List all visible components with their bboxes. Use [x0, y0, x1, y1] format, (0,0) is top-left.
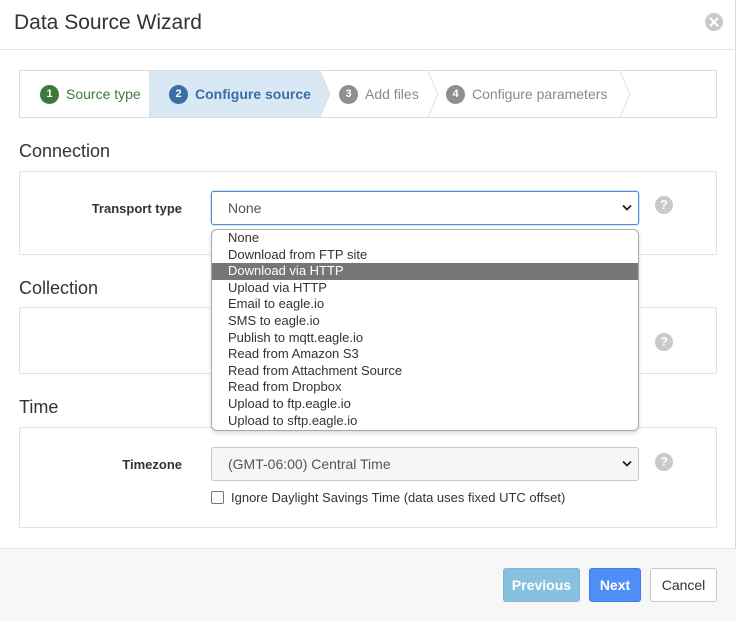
dropdown-option-highlighted[interactable]: Download via HTTP: [212, 263, 638, 280]
ignore-dst-row[interactable]: Ignore Daylight Savings Time (data uses …: [211, 490, 565, 505]
transport-type-value: None: [228, 200, 262, 216]
transport-type-label: Transport type: [91, 201, 182, 216]
time-section-title: Time: [19, 397, 59, 417]
dropdown-option[interactable]: Read from Dropbox: [212, 379, 638, 396]
dropdown-option[interactable]: Email to eagle.io: [212, 296, 638, 313]
dropdown-option[interactable]: Publish to mqtt.eagle.io: [212, 330, 638, 347]
timezone-select[interactable]: (GMT-06:00) Central Time: [211, 447, 639, 481]
wizard-step-source-type[interactable]: 1 Source type: [40, 71, 141, 117]
dialog-title: Data Source Wizard: [14, 11, 202, 34]
dropdown-option[interactable]: None: [212, 230, 638, 247]
ignore-dst-checkbox[interactable]: [211, 491, 224, 504]
wizard-steps: 1 Source type 2 Configure source 3 Add f…: [19, 70, 717, 118]
dropdown-option[interactable]: Download from FTP site: [212, 247, 638, 264]
wizard-step-configure-parameters[interactable]: 4 Configure parameters: [446, 71, 607, 117]
next-button[interactable]: Next: [589, 568, 641, 602]
step-number: 3: [339, 84, 358, 104]
timezone-value: (GMT-06:00) Central Time: [228, 456, 391, 472]
step-label: Source type: [66, 86, 141, 102]
timezone-label: Timezone: [122, 457, 182, 472]
dropdown-option[interactable]: SMS to eagle.io: [212, 313, 638, 330]
wizard-step-configure-source[interactable]: 2 Configure source: [169, 71, 311, 117]
cancel-button[interactable]: Cancel: [650, 568, 717, 602]
wizard-step-add-files[interactable]: 3 Add files: [339, 71, 419, 117]
dropdown-option[interactable]: Read from Amazon S3: [212, 346, 638, 363]
transport-type-select[interactable]: None: [211, 191, 639, 225]
step-label: Configure parameters: [472, 86, 608, 102]
close-icon[interactable]: [705, 13, 723, 31]
transport-type-dropdown: None Download from FTP site Download via…: [211, 229, 639, 431]
dropdown-option[interactable]: Read from Attachment Source: [212, 363, 638, 380]
step-label: Configure source: [195, 86, 311, 102]
dropdown-option[interactable]: Upload to sftp.eagle.io: [212, 413, 638, 430]
step-number: 1: [40, 84, 59, 104]
collection-help-icon[interactable]: ?: [655, 333, 673, 351]
connection-section-title: Connection: [19, 141, 111, 161]
chevron-down-icon: [622, 204, 632, 211]
timezone-help-icon[interactable]: ?: [655, 453, 673, 471]
collection-section-title: Collection: [19, 278, 99, 298]
dialog-header: Data Source Wizard: [0, 0, 736, 50]
step-number: 4: [446, 84, 465, 104]
step-label: Add files: [365, 86, 419, 102]
transport-help-icon[interactable]: ?: [655, 196, 673, 214]
chevron-down-icon: [622, 460, 632, 467]
dropdown-option[interactable]: Upload via HTTP: [212, 280, 638, 297]
dropdown-option[interactable]: Upload to ftp.eagle.io: [212, 396, 638, 413]
step-number: 2: [169, 84, 188, 104]
data-source-wizard-dialog: Data Source Wizard 1 Source type 2 Confi…: [0, 0, 736, 621]
ignore-dst-label: Ignore Daylight Savings Time (data uses …: [231, 490, 566, 505]
previous-button[interactable]: Previous: [503, 568, 580, 602]
